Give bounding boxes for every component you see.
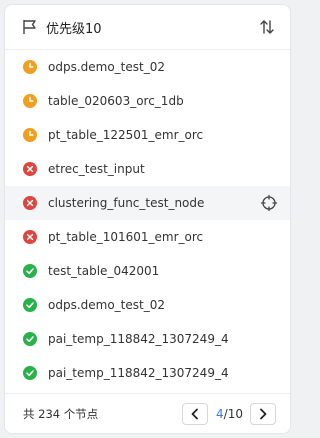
node-list-item[interactable]: clustering_func_test_node: [5, 186, 290, 220]
page-indicator: 4/10: [216, 406, 243, 421]
node-label: pai_temp_118842_1307249_4: [48, 366, 229, 380]
total-count: 共 234 个节点: [23, 406, 99, 421]
check-circle-icon: [23, 366, 37, 380]
chevron-right-icon: [260, 408, 267, 419]
chevron-left-icon: [191, 408, 198, 419]
check-circle-icon: [23, 298, 37, 312]
node-list-item[interactable]: etrec_test_input: [5, 152, 290, 186]
clock-icon: [23, 60, 37, 74]
check-circle-icon: [23, 264, 37, 278]
node-list-item[interactable]: pt_table_122501_emr_orc: [5, 118, 290, 152]
total-pages: 10: [227, 406, 243, 421]
node-list-item[interactable]: pai_temp_118842_1307249_4: [5, 322, 290, 356]
panel-title: 优先级10: [46, 21, 102, 37]
node-list-item[interactable]: odps.demo_test_02: [5, 288, 290, 322]
next-page-button[interactable]: [250, 402, 276, 425]
current-page: 4: [216, 406, 224, 421]
node-label: test_table_042001: [48, 264, 160, 278]
node-list-item[interactable]: table_020603_orc_1db: [5, 84, 290, 118]
node-label: clustering_func_test_node: [48, 196, 205, 210]
node-label: pt_table_101601_emr_orc: [48, 230, 204, 244]
node-label: pai_temp_118842_1307249_4: [48, 332, 229, 346]
clock-icon: [23, 128, 37, 142]
clock-icon: [23, 94, 37, 108]
flag-icon: [23, 20, 36, 34]
node-list-item[interactable]: odps.demo_test_02: [5, 50, 290, 84]
node-list-panel: 优先级10 odps.demo_test_02 table_020603_orc_…: [4, 4, 291, 434]
error-x-icon: [23, 162, 37, 176]
node-label: etrec_test_input: [48, 162, 145, 176]
node-label: odps.demo_test_02: [48, 60, 165, 74]
node-label: odps.demo_test_02: [48, 298, 165, 312]
error-x-icon: [23, 230, 37, 244]
check-circle-icon: [23, 332, 37, 346]
sort-arrows-icon[interactable]: [258, 18, 276, 36]
pagination-footer: 共 234 个节点 4/10: [5, 393, 290, 433]
node-list-item[interactable]: pt_table_101601_emr_orc: [5, 220, 290, 254]
node-list-item[interactable]: test_table_042001: [5, 254, 290, 288]
node-list-item[interactable]: pai_temp_118842_1307249_4: [5, 356, 290, 390]
error-x-icon: [23, 196, 37, 210]
panel-header: 优先级10: [5, 5, 290, 50]
node-label: table_020603_orc_1db: [48, 94, 184, 108]
node-label: pt_table_122501_emr_orc: [48, 128, 204, 142]
prev-page-button[interactable]: [182, 402, 208, 425]
node-list: odps.demo_test_02 table_020603_orc_1db pt_…: [5, 50, 290, 390]
locate-target-icon[interactable]: [260, 194, 278, 212]
